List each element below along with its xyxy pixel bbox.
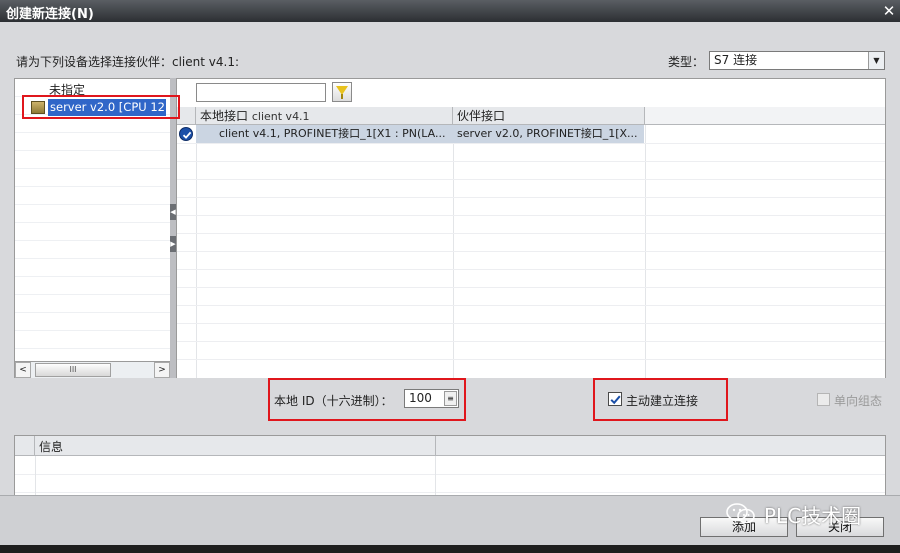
grid-line	[177, 215, 885, 216]
connection-type-select[interactable]: S7 连接 ▼	[709, 51, 885, 70]
tree-row-line	[15, 313, 170, 331]
chevron-down-icon[interactable]: ▼	[868, 52, 884, 69]
grid-line	[15, 492, 885, 493]
grid-line	[177, 197, 885, 198]
cell-partner-interface: server v2.0, PROFINET接口_1[X...	[457, 127, 638, 140]
cell-local-interface: client v4.1, PROFINET接口_1[X1 : PN(LA...	[219, 127, 446, 140]
close-icon[interactable]: ✕	[880, 2, 898, 20]
column-header-local-device: client v4.1	[251, 110, 310, 123]
column-header-local-label: 本地接口	[200, 109, 249, 123]
grid-line	[177, 143, 885, 144]
interface-grid-pane: 本地接口 client v4.1 伙伴接口 client v4.1, PROFI…	[176, 78, 886, 379]
grid-line	[177, 359, 885, 360]
grid-line	[177, 251, 885, 252]
grid-line	[177, 179, 885, 180]
watermark-text: PLC技术圈	[764, 504, 862, 528]
interface-table: 本地接口 client v4.1 伙伴接口 client v4.1, PROFI…	[177, 107, 885, 378]
scroll-right-button[interactable]: >	[154, 362, 170, 378]
tree-row-line	[15, 259, 170, 277]
title-bar[interactable]: 创建新连接(N) ✕	[0, 0, 900, 22]
one-way-label: 单向组态	[834, 394, 883, 408]
tree-row-line	[15, 169, 170, 187]
selected-check-icon	[179, 127, 193, 141]
dialog-title: 创建新连接(N)	[6, 7, 94, 22]
tree-row-line	[15, 133, 170, 151]
tree-row-line	[15, 295, 170, 313]
grid-line	[177, 269, 885, 270]
grid-line	[177, 287, 885, 288]
info-header: 信息	[15, 436, 885, 456]
info-header-stub	[15, 436, 35, 456]
tree-row-line	[15, 277, 170, 295]
scroll-left-button[interactable]: <	[15, 362, 31, 378]
grid-line	[177, 341, 885, 342]
select-partner-prompt: 请为下列设备选择连接伙伴：client v4.1:	[16, 55, 240, 69]
highlight-box-local-id	[268, 378, 466, 421]
tree-row-line	[15, 241, 170, 259]
highlight-box-active-connection	[593, 378, 728, 421]
tree-row-line	[15, 205, 170, 223]
filter-input[interactable]	[196, 83, 326, 102]
column-header-local-interface[interactable]: 本地接口 client v4.1	[196, 107, 453, 125]
column-header-partner-label: 伙伴接口	[457, 109, 506, 123]
column-header-empty	[645, 107, 885, 125]
grid-line	[177, 233, 885, 234]
tree-row-line	[15, 151, 170, 169]
tree-row-line	[15, 223, 170, 241]
grid-line	[15, 474, 885, 475]
horizontal-scrollbar[interactable]: < III >	[14, 361, 171, 379]
info-header-divider	[435, 436, 436, 456]
scroll-thumb[interactable]: III	[35, 363, 111, 377]
wechat-icon	[726, 503, 755, 524]
column-header-partner-interface[interactable]: 伙伴接口	[453, 107, 645, 125]
filter-button[interactable]	[332, 82, 352, 102]
info-title: 信息	[39, 440, 64, 454]
window-bottom-edge	[0, 545, 900, 553]
grid-line	[177, 305, 885, 306]
device-tree[interactable]: 未指定 server v2.0 [CPU 12...	[14, 78, 171, 379]
dialog-window: 创建新连接(N) ✕ 请为下列设备选择连接伙伴：client v4.1: 类型：…	[0, 0, 900, 553]
tree-row-line	[15, 187, 170, 205]
one-way-checkbox[interactable]	[817, 393, 830, 406]
highlight-box-server	[22, 95, 180, 119]
filter-icon-stem	[341, 94, 343, 99]
grid-line	[177, 323, 885, 324]
grid-line	[177, 161, 885, 162]
connection-type-value: S7 连接	[714, 53, 758, 67]
type-label: 类型：	[668, 55, 705, 69]
table-row[interactable]: client v4.1, PROFINET接口_1[X1 : PN(LA... …	[177, 125, 885, 143]
tree-row-line	[15, 331, 170, 349]
